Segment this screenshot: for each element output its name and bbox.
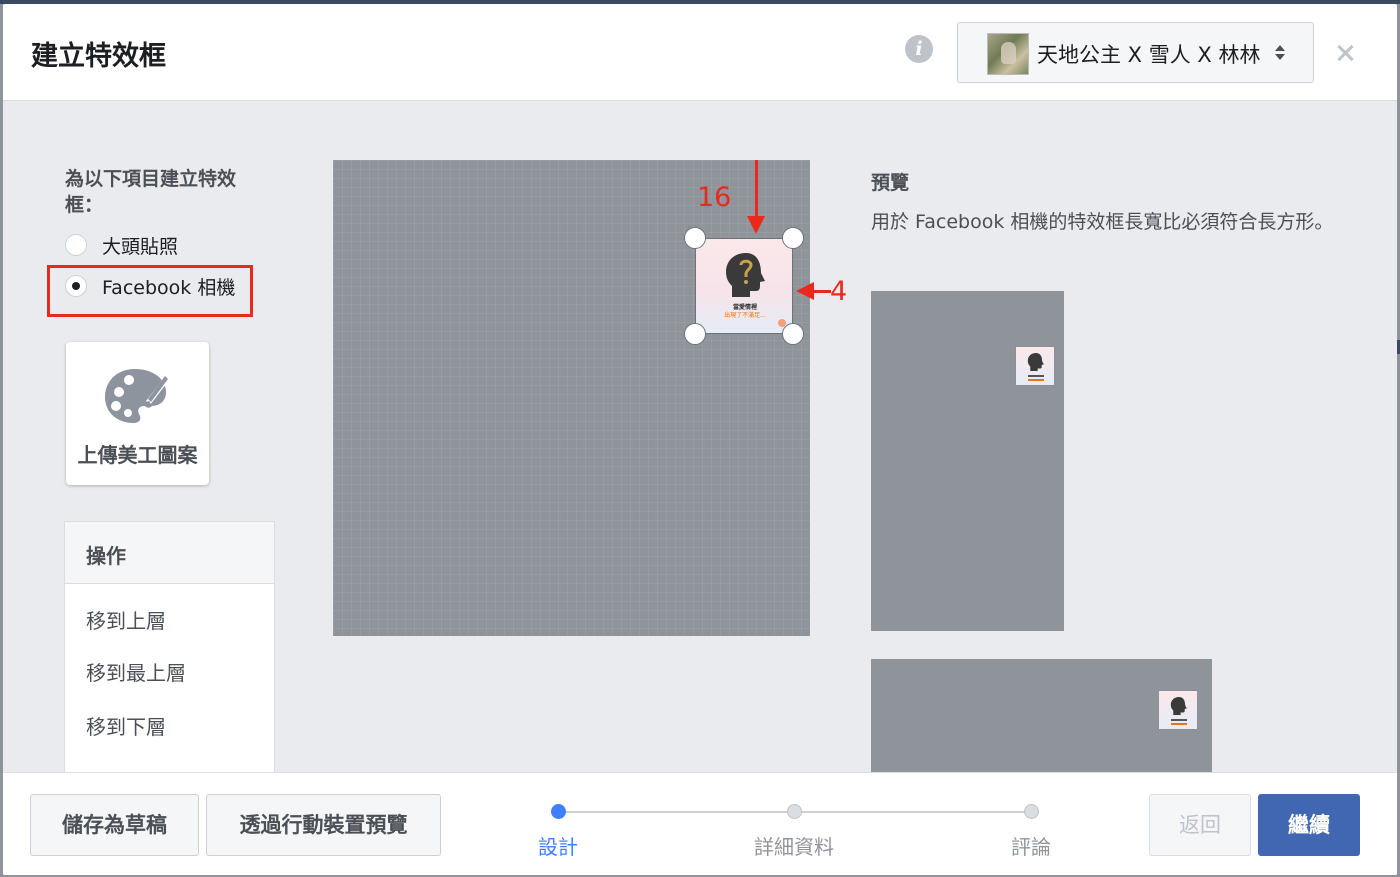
dialog-footer: 儲存為草稿 透過行動裝置預覽 設計 詳細資料 評論 返回 繼續 <box>3 772 1397 875</box>
step-connector <box>558 811 794 813</box>
annotation-top-offset: 16 <box>697 182 732 213</box>
head-question-icon <box>1170 697 1187 715</box>
resize-handle-bottom-right[interactable] <box>782 323 804 345</box>
move-to-top-item[interactable]: 移到最上層 <box>65 638 274 692</box>
preview-sticker-line <box>1171 719 1187 721</box>
step-label-details[interactable]: 詳細資料 <box>724 831 864 860</box>
move-down-item[interactable]: 移到下層 <box>65 692 274 746</box>
annotation-arrow-down-head <box>747 216 765 234</box>
preview-description: 用於 Facebook 相機的特效框長寬比必須符合長方形。 <box>871 211 1334 233</box>
head-question-icon <box>726 253 765 297</box>
step-label-review[interactable]: 評論 <box>961 831 1101 860</box>
page-selector-label: 天地公主 X 雪人 X 林林 <box>1037 43 1261 67</box>
resize-handle-top-right[interactable] <box>782 227 804 249</box>
continue-button[interactable]: 繼續 <box>1258 794 1360 856</box>
radio-profile-picture[interactable] <box>65 234 87 256</box>
dialog-title: 建立特效框 <box>31 41 166 72</box>
create-frame-dialog: 建立特效框 i 天地公主 X 雪人 X 林林 為以下項目建立特效框： 大頭貼照 … <box>3 4 1397 875</box>
art-sticker[interactable]: 當愛情裡 出現了不滿足... <box>695 238 793 334</box>
operations-panel: 操作 移到上層 移到最上層 移到下層 <box>64 521 275 781</box>
resize-handle-bottom-left[interactable] <box>684 323 706 345</box>
step-dot-review[interactable] <box>1024 804 1039 819</box>
step-dot-design[interactable] <box>551 804 566 819</box>
save-draft-button[interactable]: 儲存為草稿 <box>30 794 199 856</box>
preview-sticker <box>1158 690 1198 730</box>
upload-art-label: 上傳美工圖案 <box>77 443 198 467</box>
annotation-arrow-down <box>755 160 758 218</box>
frame-for-label: 為以下項目建立特效框： <box>65 168 237 216</box>
resize-handle-top-left[interactable] <box>684 227 706 249</box>
dialog-header: 建立特效框 i 天地公主 X 雪人 X 林林 <box>3 4 1397 101</box>
preview-sticker-line <box>1028 375 1044 377</box>
move-up-item[interactable]: 移到上層 <box>65 584 274 638</box>
preview-portrait <box>871 291 1064 631</box>
close-icon[interactable] <box>1334 42 1356 64</box>
info-icon[interactable]: i <box>905 35 933 63</box>
step-connector <box>794 811 1031 813</box>
preview-landscape <box>871 659 1212 789</box>
preview-title: 預覽 <box>871 172 910 194</box>
step-dot-details[interactable] <box>787 804 802 819</box>
operations-header: 操作 <box>65 522 274 584</box>
preview-sticker <box>1015 346 1055 386</box>
page-avatar <box>987 33 1029 75</box>
step-label-design[interactable]: 設計 <box>488 831 628 860</box>
option-profile-picture[interactable]: 大頭貼照 <box>65 231 178 259</box>
design-canvas[interactable]: 當愛情裡 出現了不滿足... <box>333 160 810 636</box>
mobile-preview-button[interactable]: 透過行動裝置預覽 <box>206 794 441 856</box>
page-selector[interactable]: 天地公主 X 雪人 X 林林 <box>957 22 1314 83</box>
upload-art-button[interactable]: 上傳美工圖案 <box>66 342 209 485</box>
palette-icon <box>105 369 170 423</box>
annotation-arrow-left-head <box>796 282 814 300</box>
annotation-highlight-box <box>47 265 253 317</box>
back-button[interactable]: 返回 <box>1149 794 1251 856</box>
preview-sticker-line <box>1028 379 1044 381</box>
sticker-text-2: 出現了不滿足... <box>724 312 766 319</box>
head-question-icon <box>1027 353 1044 371</box>
annotation-right-offset: 4 <box>830 276 848 307</box>
preview-sticker-line <box>1171 723 1187 725</box>
sort-arrows-icon <box>1275 44 1285 62</box>
annotation-arrow-left <box>813 290 831 293</box>
option-label: 大頭貼照 <box>102 235 179 258</box>
